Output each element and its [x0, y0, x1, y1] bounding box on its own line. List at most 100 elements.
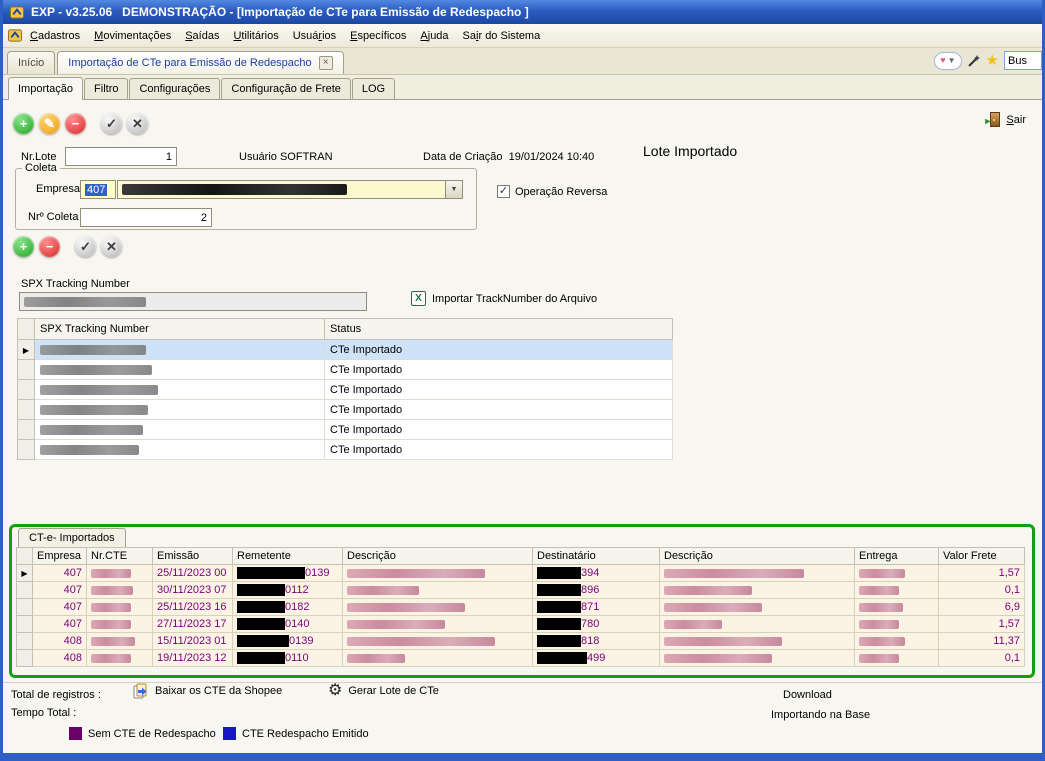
coleta-legend: Coleta — [22, 162, 60, 174]
cte-column-header-descricao[interactable]: Descrição — [343, 548, 533, 565]
redacted-tracking-number — [40, 345, 146, 355]
redacted-tracking-number — [40, 425, 143, 435]
subtab-log[interactable]: LOG — [352, 78, 395, 99]
cancel-button[interactable]: ✕ — [127, 113, 148, 134]
tab-inicio[interactable]: Início — [7, 51, 55, 74]
total-registros-label: Total de registros : — [11, 689, 101, 701]
add-button[interactable]: + — [13, 236, 34, 257]
wand-icon[interactable] — [967, 54, 981, 68]
valor-frete-cell: 0,1 — [939, 650, 1025, 667]
gerar-lote-button[interactable]: ⚙ Gerar Lote de CTe — [328, 683, 439, 699]
subtab-importacao[interactable]: Importação — [8, 77, 83, 100]
favorites-dropdown-button[interactable]: ♥▼ — [934, 52, 961, 70]
redacted-nr-cte — [91, 637, 135, 646]
cte-column-header-nr-cte[interactable]: Nr.CTE — [87, 548, 153, 565]
cte-row[interactable]: 40725/11/2023 1601828716,9 — [17, 599, 1025, 616]
menu-item-ajuda[interactable]: Ajuda — [413, 26, 455, 46]
nr-coleta-input[interactable]: 2 — [80, 208, 212, 227]
menu-bar: CadastrosMovimentaçõesSaídasUtilitáriosU… — [3, 24, 1042, 48]
cte-column-header-destinatario[interactable]: Destinatário — [533, 548, 660, 565]
tracking-row[interactable]: CTe Importado — [18, 420, 673, 440]
empresa-combo[interactable]: ▼ — [117, 180, 463, 199]
cte-row[interactable]: 40730/11/2023 0701128960,1 — [17, 582, 1025, 599]
nr-lote-value: 1 — [166, 151, 172, 163]
row-gutter-cell — [17, 633, 33, 650]
cte-row[interactable]: 40727/11/2023 1701407801,57 — [17, 616, 1025, 633]
menu-item-cadastros[interactable]: Cadastros — [23, 26, 87, 46]
menu-item-utilitarios[interactable]: Utilitários — [226, 26, 285, 46]
remetente-cell: 0139 — [233, 565, 343, 582]
favorite-star-icon[interactable]: ★ — [986, 53, 999, 68]
valor-frete-cell: 6,9 — [939, 599, 1025, 616]
tracking-row[interactable]: CTe Importado — [18, 380, 673, 400]
status-cell: CTe Importado — [325, 420, 673, 440]
row-gutter-cell — [18, 400, 35, 420]
menu-item-saidas[interactable]: Saídas — [178, 26, 226, 46]
tracking-row[interactable]: CTe Importado — [18, 440, 673, 460]
chevron-down-icon: ▼ — [948, 57, 956, 65]
menu-item-especificos[interactable]: Específicos — [343, 26, 413, 46]
empresa-code-input[interactable]: 407 — [80, 180, 116, 199]
redacted-remetente — [237, 652, 285, 664]
status-column-header[interactable]: Status — [325, 319, 673, 340]
heart-icon: ♥ — [940, 56, 945, 65]
spx-input[interactable] — [19, 292, 367, 311]
nr-cte-cell — [87, 565, 153, 582]
emissao-cell: 30/11/2023 07 — [153, 582, 233, 599]
cte-row[interactable]: 40819/11/2023 1201104990,1 — [17, 650, 1025, 667]
tab-importacao-de-cte-para-emissao-de-redespacho[interactable]: Importação de CTe para Emissão de Redesp… — [57, 51, 343, 74]
sair-button[interactable]: ► Sair — [984, 112, 1026, 128]
confirm-button[interactable]: ✓ — [101, 113, 122, 134]
search-input[interactable] — [1004, 51, 1042, 70]
tracking-number-column-header[interactable]: SPX Tracking Number — [35, 319, 325, 340]
tracking-row[interactable]: CTe Importado — [18, 360, 673, 380]
cte-row[interactable]: ▶40725/11/2023 0001393941,57 — [17, 565, 1025, 582]
delete-button[interactable]: − — [39, 236, 60, 257]
tab-cte-importados[interactable]: CT-e- Importados — [18, 528, 126, 547]
cte-column-header-empresa[interactable]: Empresa — [33, 548, 87, 565]
cte-column-header-remetente[interactable]: Remetente — [233, 548, 343, 565]
subtab-filtro[interactable]: Filtro — [84, 78, 128, 99]
tracking-row[interactable]: ▶CTe Importado — [18, 340, 673, 360]
tracking-row[interactable]: CTe Importado — [18, 400, 673, 420]
cte-column-header-emissao[interactable]: Emissão — [153, 548, 233, 565]
gutter-header — [17, 548, 33, 565]
tracking-grid: SPX Tracking Number Status ▶CTe Importad… — [17, 318, 673, 460]
menu-app-icon[interactable] — [7, 28, 23, 43]
empresa-label: Empresa — [36, 183, 80, 195]
entrega-cell — [855, 650, 939, 667]
redacted-entrega — [859, 603, 903, 612]
cte-row[interactable]: 40815/11/2023 01013981811,37 — [17, 633, 1025, 650]
destinatario-cell: 818 — [533, 633, 660, 650]
valor-frete-cell: 1,57 — [939, 616, 1025, 633]
destinatario-cell: 780 — [533, 616, 660, 633]
edit-button[interactable]: ✎ — [39, 113, 60, 134]
entrega-cell — [855, 582, 939, 599]
cte-column-header-descricao[interactable]: Descrição — [660, 548, 855, 565]
tab-close-icon[interactable]: × — [319, 56, 333, 70]
tracking-number-cell — [35, 440, 325, 460]
title-bar: EXP - v3.25.06 DEMONSTRAÇÃO - [Importaçã… — [3, 0, 1042, 24]
baixar-cte-button[interactable]: Baixar os CTE da Shopee — [133, 683, 282, 699]
cte-column-header-valor-frete[interactable]: Valor Frete — [939, 548, 1025, 565]
legend-swatch — [223, 727, 236, 740]
redacted-remetente — [237, 567, 305, 579]
combo-dropdown-icon[interactable]: ▼ — [445, 181, 462, 198]
importar-tracknumber-button[interactable]: X Importar TrackNumber do Arquivo — [411, 291, 597, 306]
menu-item-usuarios[interactable]: Usuários — [286, 26, 343, 46]
gear-icon: ⚙ — [328, 683, 342, 699]
subtab-configuracao-de-frete[interactable]: Configuração de Frete — [221, 78, 350, 99]
menu-item-sair-do-sistema[interactable]: Sair do Sistema — [456, 26, 548, 46]
menu-item-movimentacoes[interactable]: Movimentações — [87, 26, 178, 46]
baixar-cte-icon — [133, 683, 149, 699]
exit-door-icon: ► — [984, 112, 1001, 128]
delete-button[interactable]: − — [65, 113, 86, 134]
subtab-configuracoes[interactable]: Configurações — [129, 78, 220, 99]
cancel-button[interactable]: ✕ — [101, 236, 122, 257]
cte-column-header-entrega[interactable]: Entrega — [855, 548, 939, 565]
destinatario-cell: 871 — [533, 599, 660, 616]
confirm-button[interactable]: ✓ — [75, 236, 96, 257]
legend-swatch — [69, 727, 82, 740]
add-button[interactable]: + — [13, 113, 34, 134]
operacao-reversa-checkbox[interactable]: ✓ Operação Reversa — [497, 185, 607, 198]
